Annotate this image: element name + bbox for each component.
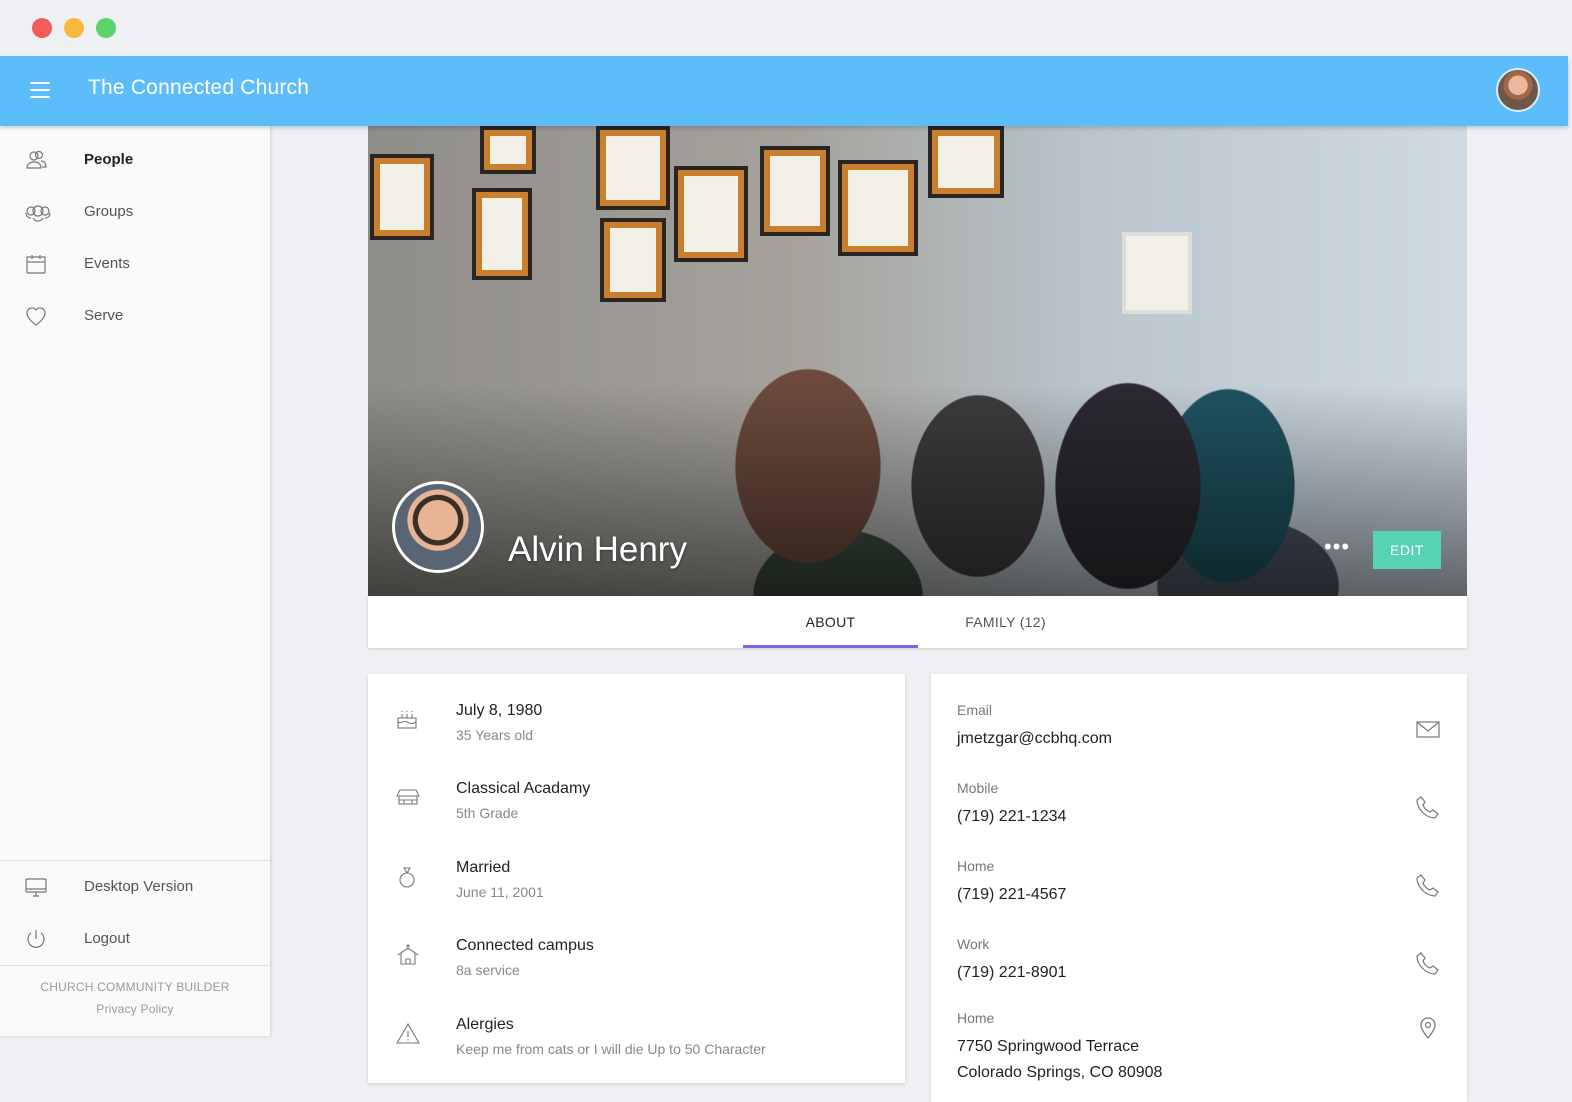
cover-frame: [1122, 232, 1192, 314]
contact-label: Mobile: [957, 780, 999, 796]
edit-button[interactable]: EDIT: [1373, 531, 1441, 569]
warning-icon: [396, 1022, 420, 1044]
sidebar-item-desktop-version[interactable]: Desktop Version: [0, 861, 270, 913]
school-icon: [396, 786, 420, 808]
contact-label: Home: [957, 858, 995, 874]
address-line-2: Colorado Springs, CO 80908: [957, 1064, 1163, 1081]
sidebar-item-events[interactable]: Events: [0, 238, 270, 290]
sidebar-item-label: Logout: [84, 930, 130, 947]
profile-avatar[interactable]: [392, 481, 484, 573]
phone-icon[interactable]: [1415, 794, 1441, 820]
cover-frame: [838, 160, 918, 256]
church-icon: [396, 943, 419, 965]
privacy-policy-link[interactable]: Privacy Policy: [0, 1002, 270, 1016]
heart-icon: [24, 304, 48, 328]
sidebar-item-people[interactable]: People: [0, 134, 270, 186]
cover-frame: [674, 166, 748, 262]
app-title: The Connected Church: [88, 76, 310, 99]
school-name: Classical Acadamy: [456, 780, 591, 797]
info-row-campus: Connected campus 8a service: [368, 909, 905, 987]
home-phone-value[interactable]: (719) 221-4567: [957, 882, 1066, 908]
about-card: July 8, 1980 35 Years old Classical Acad…: [368, 674, 905, 1083]
contact-card: Email jmetzgar@ccbhq.com Mobile (719) 22…: [931, 674, 1467, 1102]
tab-about[interactable]: ABOUT: [743, 596, 918, 648]
window-close-button[interactable]: [32, 18, 52, 38]
monitor-icon: [24, 875, 48, 899]
window-minimize-button[interactable]: [64, 18, 84, 38]
calendar-icon: [24, 252, 48, 276]
info-row-marriage: Married June 11, 2001: [368, 831, 905, 909]
profile-tabs: ABOUT FAMILY (12): [368, 596, 1467, 648]
window-chrome: [0, 0, 1572, 56]
info-row-allergies: Alergies Keep me from cats or I will die…: [368, 988, 905, 1066]
sidebar-item-label: Serve: [84, 307, 124, 324]
sidebar-item-label: Desktop Version: [84, 878, 194, 895]
tab-family[interactable]: FAMILY (12): [918, 596, 1093, 648]
allergies-title: Alergies: [456, 1016, 514, 1033]
power-icon: [24, 927, 48, 951]
cover-frame: [928, 126, 1004, 198]
address-line-1: 7750 Springwood Terrace: [957, 1038, 1140, 1055]
cover-frame: [760, 146, 830, 236]
info-row-school: Classical Acadamy 5th Grade: [368, 752, 905, 830]
sidebar: People Groups Events Serve Desktop Versi…: [0, 126, 270, 1036]
contact-label: Home: [957, 1010, 995, 1026]
contact-label: Work: [957, 936, 990, 952]
mail-icon[interactable]: [1415, 716, 1441, 742]
marriage-date: June 11, 2001: [456, 884, 544, 900]
window-zoom-button[interactable]: [96, 18, 116, 38]
campus-name: Connected campus: [456, 937, 594, 954]
sidebar-item-groups[interactable]: Groups: [0, 186, 270, 238]
cover-frame: [600, 218, 666, 302]
sidebar-divider: [0, 965, 270, 966]
cover-frame: [472, 188, 532, 280]
ring-icon: [396, 865, 418, 888]
cover-photo: Alvin Henry ••• EDIT: [368, 126, 1467, 596]
mobile-value[interactable]: (719) 221-1234: [957, 804, 1066, 830]
groups-icon: [24, 200, 51, 224]
cover-frame: [370, 154, 434, 240]
brand-text: CHURCH COMMUNITY BUILDER: [40, 980, 230, 994]
email-value[interactable]: jmetzgar@ccbhq.com: [957, 726, 1112, 752]
sidebar-item-serve[interactable]: Serve: [0, 290, 270, 342]
app-header: The Connected Church: [0, 56, 1568, 126]
address-value[interactable]: 7750 Springwood Terrace Colorado Springs…: [957, 1034, 1162, 1086]
sidebar-item-label: Events: [84, 255, 130, 272]
people-icon: [24, 148, 48, 172]
campus-service: 8a service: [456, 962, 520, 978]
more-options-button[interactable]: •••: [1322, 536, 1352, 560]
school-grade: 5th Grade: [456, 805, 519, 821]
birthday-age: 35 Years old: [456, 727, 534, 743]
sidebar-item-logout[interactable]: Logout: [0, 913, 270, 965]
work-phone-value[interactable]: (719) 221-8901: [957, 960, 1066, 986]
user-avatar[interactable]: [1496, 68, 1540, 112]
birthday-date: July 8, 1980: [456, 702, 543, 719]
sidebar-item-label: People: [84, 151, 134, 168]
sidebar-footer: CHURCH COMMUNITY BUILDER Privacy Policy: [0, 980, 270, 1016]
allergies-detail: Keep me from cats or I will die Up to 50…: [456, 1041, 766, 1057]
phone-icon[interactable]: [1415, 950, 1441, 976]
menu-icon[interactable]: [30, 82, 50, 98]
marital-status: Married: [456, 859, 511, 876]
profile-name: Alvin Henry: [508, 530, 687, 569]
phone-icon[interactable]: [1415, 872, 1441, 898]
sidebar-item-label: Groups: [84, 203, 134, 220]
map-pin-icon[interactable]: [1415, 1014, 1441, 1040]
contact-label: Email: [957, 702, 993, 718]
cover-frame: [596, 126, 670, 210]
cover-frame: [480, 126, 536, 174]
cake-icon: [396, 708, 418, 730]
info-row-birthday: July 8, 1980 35 Years old: [368, 674, 905, 752]
